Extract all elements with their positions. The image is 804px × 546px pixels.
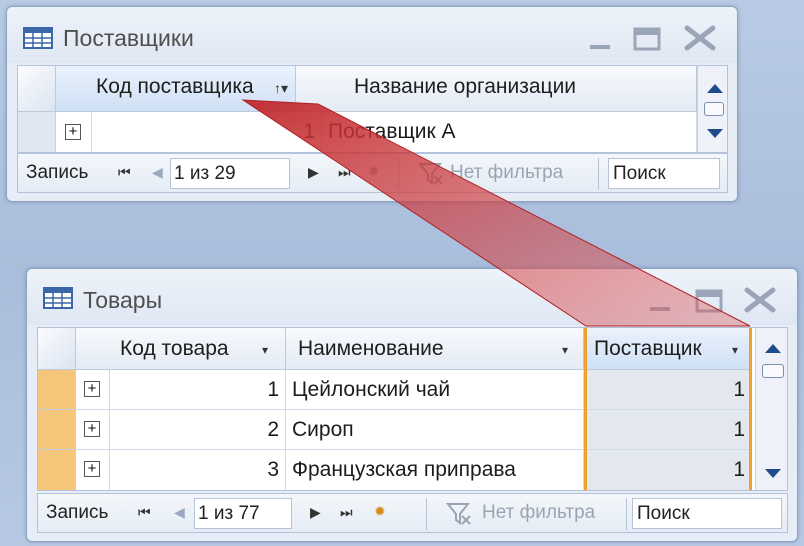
scroll-up-arrow-icon[interactable]	[706, 82, 724, 94]
vertical-scrollbar[interactable]	[697, 66, 727, 152]
cell-product-code[interactable]: 3	[110, 450, 286, 490]
search-input[interactable]: Поиск	[608, 158, 720, 189]
row-expander[interactable]: +	[76, 450, 110, 490]
row-selector[interactable]	[38, 450, 76, 490]
last-record-icon[interactable]: ⏭	[340, 504, 353, 521]
current-record-field[interactable]: 1 из 77	[194, 498, 292, 529]
maximize-icon[interactable]	[695, 289, 723, 313]
column-header-supplier-code[interactable]: Код поставщика	[56, 66, 296, 112]
column-header-supplier[interactable]: Поставщик	[584, 328, 752, 370]
window-title: Товары	[83, 287, 163, 313]
record-label: Запись	[46, 502, 109, 523]
divider	[598, 158, 599, 190]
row-expander[interactable]: +	[76, 410, 110, 450]
search-input[interactable]: Поиск	[632, 498, 782, 529]
divider	[398, 158, 399, 190]
scroll-thumb[interactable]	[762, 364, 784, 378]
close-icon[interactable]	[743, 287, 777, 313]
column-header-product-code[interactable]: Код товара	[76, 328, 286, 370]
row-expander[interactable]: +	[76, 370, 110, 410]
suppliers-window: Поставщики Код поставщика ↑▾ Название ор…	[6, 6, 738, 202]
expand-plus-icon[interactable]: +	[84, 381, 100, 397]
window-title: Поставщики	[63, 25, 194, 51]
row-selector[interactable]	[38, 410, 76, 450]
column-header-product-name[interactable]: Наименование	[286, 328, 584, 370]
minimize-icon[interactable]	[647, 295, 673, 313]
products-record-navigator: Запись ⏮ ◀ 1 из 77 ▶ ⏭ ✹ Нет фильтра Пои…	[37, 493, 788, 533]
products-window: Товары Код товара ▾ Наименование ▾ Поста…	[26, 268, 798, 542]
next-record-icon[interactable]: ▶	[310, 504, 321, 521]
filter-icon[interactable]	[446, 502, 472, 526]
divider	[626, 498, 627, 530]
expand-plus-icon[interactable]: +	[84, 421, 100, 437]
row-expander[interactable]: +	[56, 112, 92, 152]
row-selector[interactable]	[38, 370, 76, 410]
expand-plus-icon[interactable]: +	[84, 461, 100, 477]
first-record-icon[interactable]: ⏮	[118, 164, 131, 181]
row-selector[interactable]	[18, 112, 56, 152]
expand-plus-icon[interactable]: +	[65, 124, 81, 140]
record-label: Запись	[26, 162, 89, 183]
cell-supplier[interactable]: 1	[584, 370, 752, 410]
scroll-down-arrow-icon[interactable]	[706, 128, 724, 140]
previous-record-icon[interactable]: ◀	[174, 504, 185, 521]
cell-product-code[interactable]: 2	[110, 410, 286, 450]
sort-ascending-icon[interactable]: ↑▾	[274, 80, 288, 97]
products-titlebar: Товары	[27, 269, 797, 325]
column-header-label: Код поставщика	[96, 75, 254, 98]
column-highlight-border	[749, 328, 752, 490]
suppliers-record-navigator: Запись ⏮ ◀ 1 из 29 ▶ ⏭ ✹ Нет фильтра Пои…	[17, 153, 728, 193]
column-header-label: Код товара	[120, 337, 229, 360]
chevron-down-icon[interactable]: ▾	[562, 343, 568, 357]
column-highlight-border	[584, 328, 587, 490]
table-icon	[43, 287, 73, 309]
scroll-thumb[interactable]	[704, 102, 724, 116]
new-record-icon[interactable]: ✹	[374, 503, 386, 520]
filter-status[interactable]: Нет фильтра	[450, 162, 563, 184]
scroll-up-arrow-icon[interactable]	[764, 342, 782, 354]
next-record-icon[interactable]: ▶	[308, 164, 319, 181]
vertical-scrollbar[interactable]	[755, 328, 787, 490]
column-header-organization-name[interactable]: Название организации	[296, 66, 697, 112]
select-all-corner[interactable]	[38, 328, 76, 370]
current-record-field[interactable]: 1 из 29	[170, 158, 290, 189]
scroll-down-arrow-icon[interactable]	[764, 468, 782, 480]
first-record-icon[interactable]: ⏮	[138, 504, 151, 521]
products-datasheet: Код товара ▾ Наименование ▾ Поставщик ▾ …	[37, 327, 788, 491]
divider	[426, 498, 427, 530]
column-header-label: Название организации	[354, 75, 577, 98]
previous-record-icon[interactable]: ◀	[152, 164, 163, 181]
filter-status[interactable]: Нет фильтра	[482, 502, 595, 524]
chevron-down-icon[interactable]: ▾	[262, 343, 268, 357]
cell-product-name[interactable]: Французская приправа	[286, 450, 584, 490]
close-icon[interactable]	[683, 25, 717, 51]
filter-icon[interactable]	[418, 162, 444, 186]
last-record-icon[interactable]: ⏭	[338, 164, 351, 181]
table-icon	[23, 27, 53, 49]
chevron-down-icon[interactable]: ▾	[732, 343, 738, 357]
suppliers-datasheet: Код поставщика ↑▾ Название организации +…	[17, 65, 728, 153]
cell-supplier[interactable]: 1	[584, 410, 752, 450]
cell-product-name[interactable]: Цейлонский чай	[286, 370, 584, 410]
cell-supplier-code[interactable]: 1	[92, 112, 322, 152]
column-header-label: Наименование	[298, 337, 444, 360]
select-all-corner[interactable]	[18, 66, 56, 112]
new-record-icon[interactable]: ✹	[368, 163, 380, 180]
cell-organization-name[interactable]: Поставщик А	[322, 112, 697, 152]
minimize-icon[interactable]	[587, 33, 613, 51]
column-header-label: Поставщик	[594, 337, 702, 360]
suppliers-titlebar: Поставщики	[7, 7, 737, 63]
cell-supplier[interactable]: 1	[584, 450, 752, 490]
maximize-icon[interactable]	[633, 27, 661, 51]
cell-product-name[interactable]: Сироп	[286, 410, 584, 450]
cell-product-code[interactable]: 1	[110, 370, 286, 410]
